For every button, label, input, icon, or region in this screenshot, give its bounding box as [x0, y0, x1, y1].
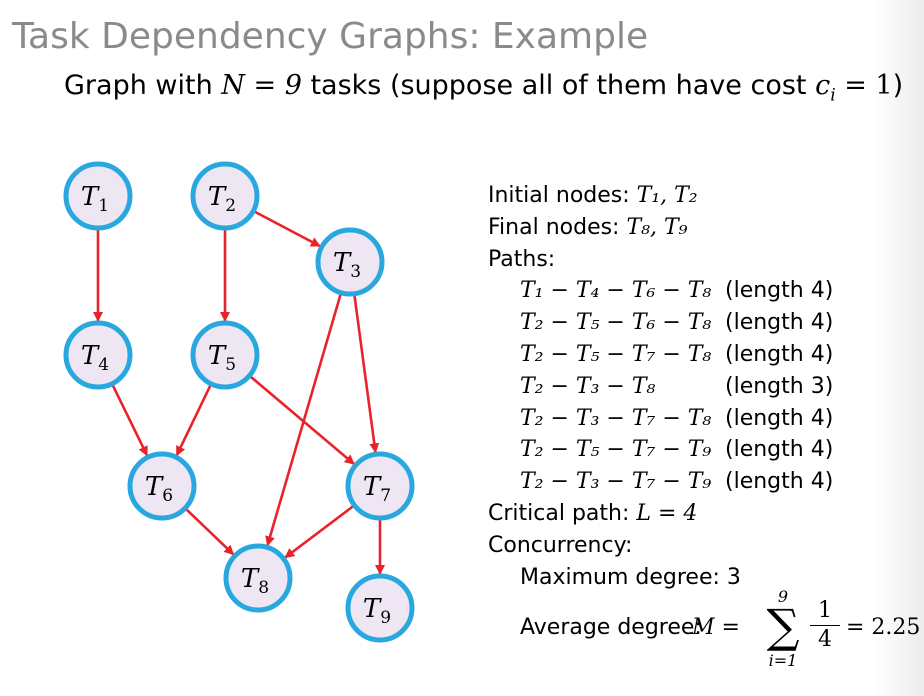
path-expression: T₂ − T₃ − T₈ — [520, 373, 656, 399]
path-item: T₂ − T₃ − T₇ − T₈ (length 4) — [488, 403, 833, 435]
node-t2: T2 — [190, 161, 260, 231]
sum-lower-limit: i=1 — [768, 651, 798, 670]
initial-nodes-value: T₁, T₂ — [636, 183, 698, 208]
edge-t3-t8 — [265, 294, 342, 547]
node-t5: T5 — [190, 320, 260, 390]
graph-nodes: T1 T2 T3 T4 T5 T6 T7 T8 T9 — [63, 161, 415, 643]
subtitle-cost-var: c — [815, 70, 831, 101]
path-item: T₂ − T₃ − T₇ − T₉ (length 4) — [488, 466, 833, 498]
fraction-numerator: 1 — [810, 597, 840, 626]
paths-list: T₁ − T₄ − T₆ − T₈ (length 4) T₂ − T₅ − T₆ … — [488, 275, 833, 498]
average-degree-label: Average degree: — [520, 615, 702, 640]
path-expression: T₂ − T₃ − T₇ − T₈ — [520, 405, 712, 431]
critical-path-line: Critical path: L = 4 — [488, 498, 833, 530]
path-expression: T₂ − T₅ − T₇ − T₉ — [520, 437, 712, 463]
edge-t2-t3 — [254, 210, 321, 248]
final-nodes-line: Final nodes: T₈, T₉ — [488, 212, 833, 244]
concurrency-label: Concurrency: — [488, 532, 633, 558]
graph-info-panel: Initial nodes: T₁, T₂ Final nodes: T₈, T… — [488, 180, 833, 593]
path-expression: T₂ − T₅ − T₇ − T₈ — [520, 341, 712, 367]
initial-nodes-line: Initial nodes: T₁, T₂ — [488, 180, 833, 212]
path-item: T₂ − T₅ − T₇ − T₉ (length 4) — [488, 434, 833, 466]
subtitle-suffix: ) — [892, 70, 904, 101]
path-item: T₂ − T₅ − T₇ − T₈ (length 4) — [488, 339, 833, 371]
path-item: T₂ − T₅ − T₆ − T₈ (length 4) — [488, 307, 833, 339]
node-t6: T6 — [127, 451, 197, 521]
final-nodes-value: T₈, T₉ — [626, 214, 688, 240]
edge-t7-t8 — [284, 505, 354, 559]
path-length: (length 4) — [725, 437, 834, 463]
path-item: T₂ − T₃ − T₈ (length 3) — [488, 371, 833, 403]
initial-nodes-label: Initial nodes: — [488, 183, 630, 208]
path-length: (length 4) — [725, 278, 834, 304]
critical-path-label: Critical path: — [488, 500, 630, 526]
node-t7: T7 — [345, 451, 415, 521]
fraction: 1 4 — [810, 597, 840, 654]
node-t1: T1 — [63, 161, 133, 231]
edge-t5-t6 — [175, 385, 212, 457]
path-length: (length 4) — [725, 405, 834, 431]
average-degree-lhs: M = — [692, 615, 740, 640]
edge-t5-t7 — [250, 375, 355, 466]
node-t8: T8 — [223, 543, 293, 613]
subtitle-cost-rest: = 1 — [835, 70, 893, 101]
path-expression: T₂ − T₃ − T₇ − T₉ — [520, 469, 712, 495]
paths-label: Paths: — [488, 246, 556, 272]
node-t9: T9 — [345, 573, 415, 643]
node-t3: T3 — [315, 227, 385, 297]
edge-t6-t8 — [185, 508, 235, 556]
path-length: (length 4) — [725, 341, 834, 367]
sum-symbol: ∑ — [766, 599, 800, 653]
task-dependency-graph: T1 T2 T3 T4 T5 T6 T7 T8 T9 — [63, 161, 415, 643]
path-expression: T₂ − T₅ − T₆ − T₈ — [520, 310, 712, 336]
path-length: (length 4) — [725, 469, 834, 495]
path-length: (length 3) — [725, 373, 834, 399]
path-expression: T₁ − T₄ − T₆ − T₈ — [520, 278, 712, 304]
sum-upper-limit: 9 — [777, 587, 789, 606]
path-length: (length 4) — [725, 310, 834, 336]
edge-t4-t6 — [111, 384, 149, 457]
path-item: T₁ − T₄ − T₆ − T₈ (length 4) — [488, 275, 833, 307]
fraction-denominator: 4 — [818, 627, 832, 652]
node-t4: T4 — [63, 320, 133, 390]
average-degree-result: = 2.25 — [846, 615, 921, 640]
critical-path-value: L = 4 — [636, 500, 698, 526]
edge-t3-t7 — [353, 295, 380, 454]
final-nodes-label: Final nodes: — [488, 214, 620, 240]
summation: 9 ∑ i=1 — [760, 587, 806, 673]
